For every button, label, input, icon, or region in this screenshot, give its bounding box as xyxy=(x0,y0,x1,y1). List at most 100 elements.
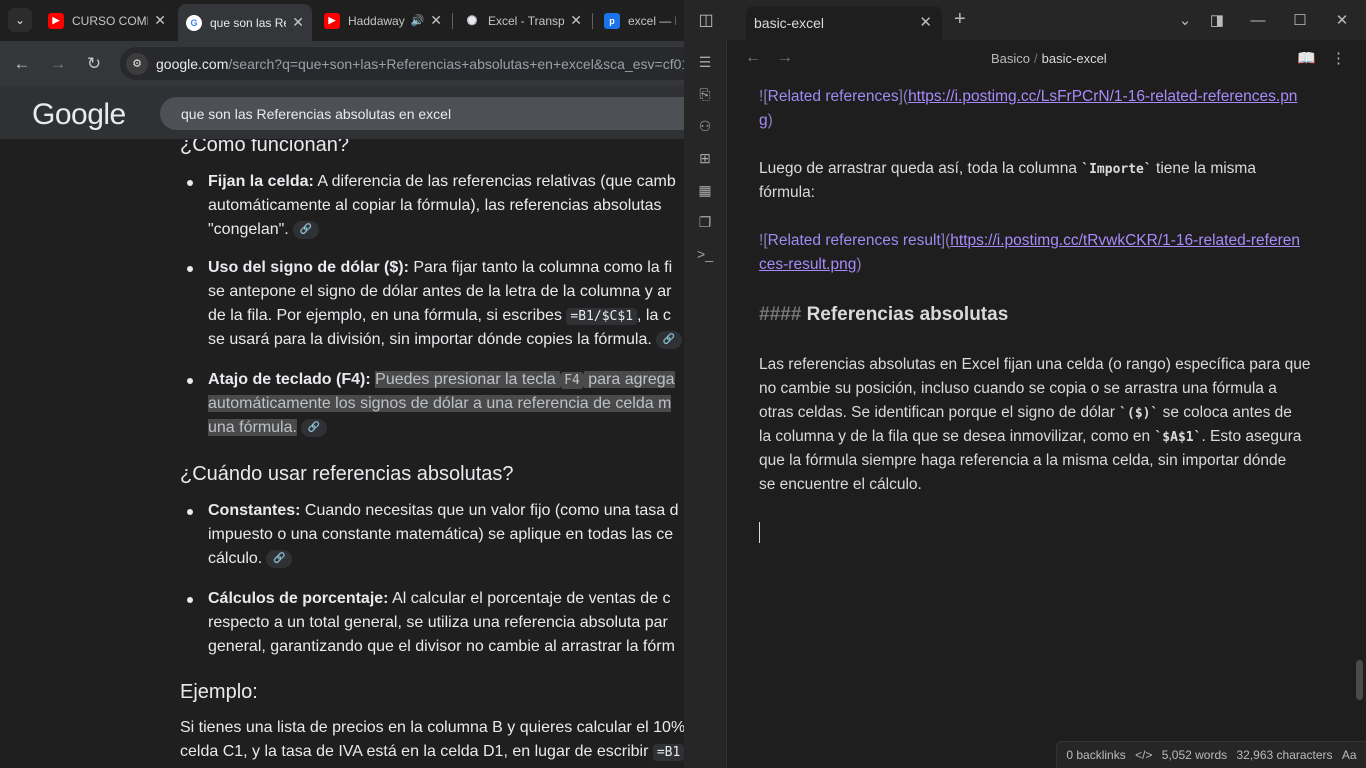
tab-title: Excel - Transpose xyxy=(488,13,565,28)
google-icon: G xyxy=(186,14,202,31)
tab-curso[interactable]: ▶ CURSO COMPLETO DE EXCEL ✕ xyxy=(40,6,174,35)
close-window-icon[interactable]: ✕ xyxy=(1330,8,1354,32)
reading-view-icon[interactable]: 📖 xyxy=(1297,49,1316,67)
image-link-line: ![Related references result](https://i.p… xyxy=(759,232,1300,249)
bullet xyxy=(187,597,193,603)
google-logo[interactable]: Google xyxy=(32,98,126,132)
back-arrow-icon[interactable]: ← xyxy=(10,52,34,76)
result-line: general, garantizando que el divisor no … xyxy=(208,638,675,655)
canvas-icon[interactable]: ⊞ xyxy=(695,148,715,168)
url-host: google.com xyxy=(156,55,229,72)
copy-icon[interactable]: ❐ xyxy=(695,212,715,232)
close-icon[interactable]: ✕ xyxy=(570,12,582,29)
result-line: se usará para la división, sin importar … xyxy=(208,331,682,349)
view-header: ← → Basico / basic-excel 📖 ⋮ xyxy=(727,40,1366,78)
result-line: Cálculos de porcentaje: Al calcular el p… xyxy=(208,590,671,607)
example-line: Si tienes una lista de precios en la col… xyxy=(180,719,684,736)
link-icon[interactable]: 🔗 xyxy=(655,331,682,349)
result-line: de la fila. Por ejemplo, en una fórmula,… xyxy=(208,307,671,325)
word-count: 5,052 words xyxy=(1161,748,1228,762)
editor-line: que la fórmula siempre haga referencia a… xyxy=(759,452,1287,469)
back-arrow-icon[interactable]: ← xyxy=(745,49,761,67)
result-line: Fijan la celda: A diferencia de las refe… xyxy=(208,173,676,190)
more-options-icon[interactable]: ⋮ xyxy=(1331,49,1346,67)
tab-search-button[interactable]: ⌄ xyxy=(8,8,32,32)
url-path: /search?q=que+son+las+Referencias+absolu… xyxy=(228,55,684,72)
result-line: automáticamente los signos de dólar a un… xyxy=(208,395,672,412)
link-icon[interactable]: 🔗 xyxy=(292,221,319,239)
youtube-icon: ▶ xyxy=(324,12,340,29)
tab-excel-transpose[interactable]: ✺ Excel - Transpose ✕ xyxy=(456,6,590,35)
result-line: Constantes: Cuando necesitas que un valo… xyxy=(208,502,679,519)
image-link-line: ces-result.png) xyxy=(759,256,862,273)
google-header: Google que son las Referencias absolutas… xyxy=(0,86,684,139)
breadcrumb-file[interactable]: basic-excel xyxy=(1042,51,1107,66)
postimg-icon: p xyxy=(604,12,620,29)
tab-separator xyxy=(452,13,453,29)
result-line: una fórmula. 🔗 xyxy=(208,419,327,437)
url-text: google.com/search?q=que+son+las+Referenc… xyxy=(156,56,684,72)
graph-icon[interactable]: ⚇ xyxy=(695,116,715,136)
font-settings-icon[interactable]: Aa xyxy=(1342,748,1357,762)
breadcrumb-folder[interactable]: Basico xyxy=(991,51,1030,66)
close-icon[interactable]: ✕ xyxy=(154,12,166,29)
result-line: Atajo de teclado (F4): Puedes presionar … xyxy=(208,371,675,389)
speaker-icon[interactable]: 🔊 xyxy=(411,14,425,27)
result-line: impuesto o una constante matemática) se … xyxy=(208,526,674,543)
forward-arrow-icon[interactable]: → xyxy=(46,52,70,76)
image-link-line: ![Related references](https://i.postimg.… xyxy=(759,88,1298,105)
editor-line: se encuentre el cálculo. xyxy=(759,476,922,493)
minimize-icon[interactable]: — xyxy=(1246,8,1270,32)
status-bar: 0 backlinks </> 5,052 words 32,963 chara… xyxy=(1056,741,1366,768)
bullet xyxy=(187,509,193,515)
forward-arrow-icon[interactable]: → xyxy=(777,49,793,67)
tab-haddaway[interactable]: ▶ Haddaway - What Is Love 🔊 ✕ xyxy=(316,6,450,35)
reload-icon[interactable]: ↻ xyxy=(82,52,106,76)
tab-title: que son las Referencias absolutas xyxy=(210,15,286,30)
bullet xyxy=(187,266,193,272)
close-icon[interactable]: ✕ xyxy=(430,12,442,29)
browser-toolbar: ← → ↻ ⚙ google.com/search?q=que+son+las+… xyxy=(0,41,684,86)
site-info-icon[interactable]: ⚙ xyxy=(126,52,148,75)
editor-line: no cambie su posición, incluso cuando se… xyxy=(759,380,1277,397)
editor-line: la columna y de la fila que se desea inm… xyxy=(759,428,1302,445)
new-tab-icon[interactable]: + xyxy=(954,8,966,31)
image-link-line: g) xyxy=(759,112,773,129)
close-icon[interactable]: ✕ xyxy=(292,14,304,31)
obsidian-window: ◫ basic-excel ✕ + ⌄ ◨ — ☐ ✕ ☰ ⎘ ⚇ ⊞ ▦ ❐ … xyxy=(684,0,1366,768)
google-search-input[interactable]: que son las Referencias absolutas en exc… xyxy=(160,97,684,130)
right-sidebar-toggle-icon[interactable]: ◨ xyxy=(1205,8,1229,32)
tab-list-chevron-icon[interactable]: ⌄ xyxy=(1173,8,1197,32)
result-line: se antepone el signo de dólar antes de l… xyxy=(208,283,672,300)
text-cursor xyxy=(759,522,760,543)
link-icon[interactable]: 🔗 xyxy=(266,550,293,568)
result-line: automáticamente al copiar la fórmula), l… xyxy=(208,197,662,214)
backlinks-count[interactable]: 0 backlinks xyxy=(1066,748,1125,762)
markdown-editor[interactable]: ![Related references](https://i.postimg.… xyxy=(727,78,1366,744)
heading-ejemplo: Ejemplo: xyxy=(180,681,258,703)
editor-line: Luego de arrastrar queda así, toda la co… xyxy=(759,160,1256,177)
editor-line: Las referencias absolutas en Excel fijan… xyxy=(759,356,1311,373)
chrome-window: ⌄ ▶ CURSO COMPLETO DE EXCEL ✕ G que son … xyxy=(0,0,684,768)
sidebar-toggle-icon[interactable]: ◫ xyxy=(696,10,716,30)
close-icon[interactable]: ✕ xyxy=(919,13,932,31)
character-count: 32,963 characters xyxy=(1236,748,1333,762)
tab-basic-excel[interactable]: basic-excel ✕ xyxy=(746,6,942,40)
search-results-content: ¿Cómo funcionan? Fijan la celda: A difer… xyxy=(0,139,684,768)
address-bar[interactable]: ⚙ google.com/search?q=que+son+las+Refere… xyxy=(120,47,684,80)
file-icon[interactable]: ⎘ xyxy=(695,84,715,104)
editor-line: fórmula: xyxy=(759,184,815,201)
code-icon[interactable]: </> xyxy=(1135,748,1152,762)
editor-line: otras celdas. Se identifican porque el s… xyxy=(759,404,1292,421)
tab-strip: ⌄ ▶ CURSO COMPLETO DE EXCEL ✕ G que son … xyxy=(0,0,684,41)
calendar-icon[interactable]: ▦ xyxy=(695,180,715,200)
link-icon[interactable]: 🔗 xyxy=(300,419,327,437)
tag-pane-icon[interactable]: ☰ xyxy=(695,52,715,72)
tab-pocket[interactable]: p excel — Pocket xyxy=(596,6,684,35)
terminal-icon[interactable]: >_ xyxy=(695,244,715,264)
tab-google-search[interactable]: G que son las Referencias absolutas ✕ xyxy=(178,4,312,41)
maximize-icon[interactable]: ☐ xyxy=(1288,8,1312,32)
youtube-icon: ▶ xyxy=(48,12,64,29)
tab-title: Haddaway - What Is Love xyxy=(348,13,407,28)
scrollbar-thumb[interactable] xyxy=(1356,660,1363,700)
